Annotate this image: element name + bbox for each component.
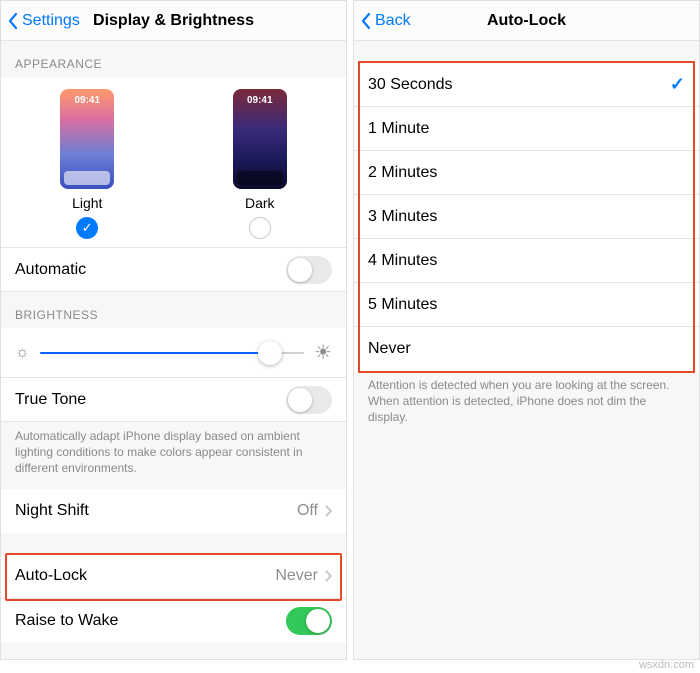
autolock-option[interactable]: Never (354, 327, 699, 371)
back-button[interactable]: Settings (1, 12, 80, 30)
option-label: 4 Minutes (368, 252, 437, 270)
option-label: 30 Seconds (368, 76, 453, 94)
section-header-brightness: BRIGHTNESS (1, 292, 346, 328)
brightness-slider[interactable] (40, 343, 304, 363)
back-label: Back (375, 12, 411, 30)
autolock-options: 30 Seconds ✓ 1 Minute 2 Minutes 3 Minutes 4 M… (354, 63, 699, 371)
nightshift-value: Off (297, 502, 318, 520)
light-thumbnail: 09:41 (60, 89, 114, 189)
truetone-label: True Tone (15, 391, 86, 409)
nightshift-row[interactable]: Night Shift Off (1, 489, 346, 533)
truetone-toggle[interactable] (286, 386, 332, 414)
nightshift-label: Night Shift (15, 502, 89, 520)
appearance-group: 09:41 Light ✓ 09:41 Dark (1, 77, 346, 248)
option-label: 2 Minutes (368, 164, 437, 182)
option-label: 5 Minutes (368, 296, 437, 314)
dark-radio[interactable] (249, 217, 271, 239)
dark-thumbnail: 09:41 (233, 89, 287, 189)
sun-low-icon: ☼ (15, 344, 30, 362)
autolock-option[interactable]: 30 Seconds ✓ (354, 63, 699, 107)
chevron-right-icon (324, 505, 332, 517)
back-label: Settings (22, 12, 80, 30)
raise-toggle[interactable] (286, 607, 332, 635)
display-brightness-screen: Settings Display & Brightness APPEARANCE… (0, 0, 347, 660)
light-label: Light (72, 195, 102, 211)
chevron-left-icon (7, 12, 19, 30)
automatic-toggle[interactable] (286, 256, 332, 284)
nav-bar: Back Auto-Lock (354, 1, 699, 41)
automatic-row[interactable]: Automatic (1, 248, 346, 292)
option-label: 3 Minutes (368, 208, 437, 226)
back-button[interactable]: Back (354, 12, 411, 30)
autolock-row[interactable]: Auto-Lock Never (1, 555, 346, 599)
autolock-label: Auto-Lock (15, 567, 87, 585)
truetone-row[interactable]: True Tone (1, 378, 346, 422)
raise-label: Raise to Wake (15, 612, 118, 630)
check-icon: ✓ (82, 220, 93, 236)
appearance-light[interactable]: 09:41 Light ✓ (60, 89, 114, 239)
chevron-left-icon (360, 12, 372, 30)
autolock-note: Attention is detected when you are looki… (354, 371, 699, 438)
autolock-option[interactable]: 1 Minute (354, 107, 699, 151)
autolock-option[interactable]: 2 Minutes (354, 151, 699, 195)
autolock-screen: Back Auto-Lock 30 Seconds ✓ 1 Minute 2 Minu… (353, 0, 700, 660)
check-icon: ✓ (670, 74, 685, 95)
light-radio-selected[interactable]: ✓ (76, 217, 98, 239)
autolock-option[interactable]: 4 Minutes (354, 239, 699, 283)
sun-high-icon: ☀ (314, 340, 332, 365)
chevron-right-icon (324, 570, 332, 582)
brightness-row: ☼ ☀ (1, 328, 346, 378)
thumb-time: 09:41 (60, 95, 114, 106)
thumb-time: 09:41 (233, 95, 287, 106)
autolock-option[interactable]: 5 Minutes (354, 283, 699, 327)
nav-bar: Settings Display & Brightness (1, 1, 346, 41)
truetone-note: Automatically adapt iPhone display based… (1, 422, 346, 489)
automatic-label: Automatic (15, 261, 86, 279)
autolock-value: Never (275, 567, 318, 585)
autolock-option[interactable]: 3 Minutes (354, 195, 699, 239)
section-header-appearance: APPEARANCE (1, 41, 346, 77)
option-label: 1 Minute (368, 120, 429, 138)
raise-to-wake-row[interactable]: Raise to Wake (1, 599, 346, 643)
option-label: Never (368, 340, 411, 358)
appearance-dark[interactable]: 09:41 Dark (233, 89, 287, 239)
watermark: wsxdn.com (639, 659, 694, 671)
dark-label: Dark (245, 195, 275, 211)
